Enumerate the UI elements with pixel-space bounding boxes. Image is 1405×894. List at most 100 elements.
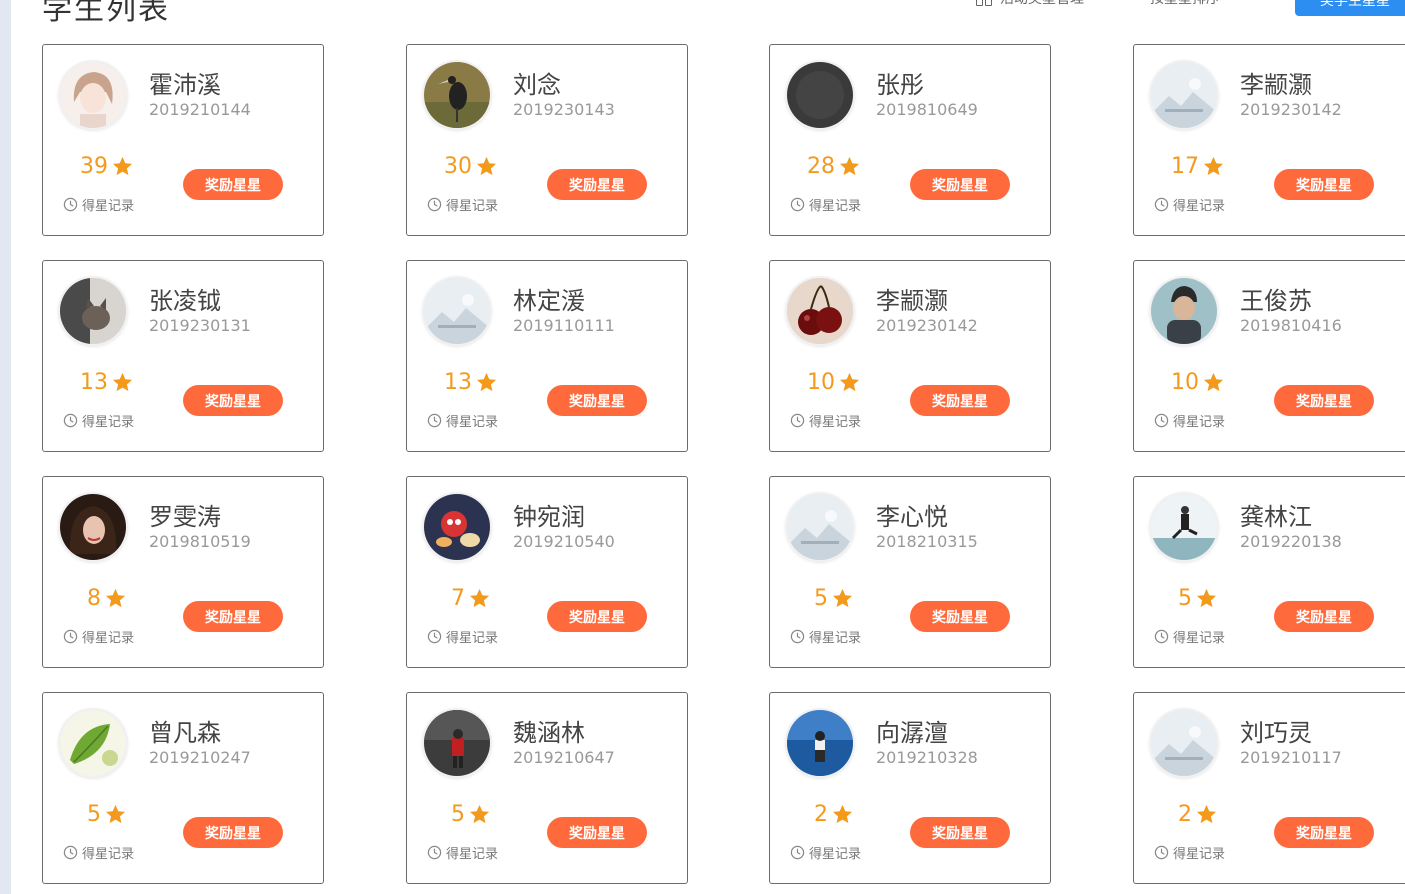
student-name: 王俊苏 (1240, 287, 1312, 315)
star-icon (469, 588, 490, 608)
reward-stars-button[interactable]: 奖励星星 (547, 169, 647, 200)
reward-stars-button[interactable]: 奖励星星 (183, 385, 283, 416)
student-avatar (787, 62, 853, 128)
clock-icon (427, 197, 442, 212)
star-record-link[interactable]: 得星记录 (790, 843, 861, 862)
star-count-display: 5 (770, 586, 898, 611)
student-avatar (1151, 494, 1217, 560)
student-name: 李颛灏 (1240, 71, 1312, 99)
reward-stars-button[interactable]: 奖励星星 (1274, 169, 1374, 200)
student-avatar (787, 494, 853, 560)
reward-stars-button[interactable]: 奖励星星 (1274, 601, 1374, 632)
star-record-link[interactable]: 得星记录 (1154, 627, 1225, 646)
reward-stars-button[interactable]: 奖励星星 (910, 385, 1010, 416)
reward-stars-button[interactable]: 奖励星星 (183, 601, 283, 632)
clock-icon (790, 197, 805, 212)
reward-stars-button[interactable]: 奖励星星 (547, 601, 647, 632)
star-record-label: 得星记录 (809, 847, 862, 862)
star-record-link[interactable]: 得星记录 (63, 843, 134, 862)
page-title: 学生列表 (42, 0, 170, 27)
star-record-link[interactable]: 得星记录 (427, 195, 498, 214)
student-card: 刘巧灵 2019210117 2 奖励星星 得星记录 (1133, 692, 1405, 884)
star-record-link[interactable]: 得星记录 (790, 195, 861, 214)
star-count-display: 2 (1134, 802, 1262, 827)
student-card: 向潺澶 2019210328 2 奖励星星 得星记录 (769, 692, 1051, 884)
star-count-display: 17 (1134, 154, 1262, 179)
student-card: 霍沛溪 2019210144 39 奖励星星 得星记录 (42, 44, 324, 236)
star-record-label: 得星记录 (82, 847, 135, 862)
star-count-display: 13 (407, 370, 535, 395)
activity-star-management-link[interactable]: 活动奖星管理 (976, 0, 1084, 8)
award-student-stars-button[interactable]: 奖学生星星 (1295, 0, 1405, 16)
reward-stars-button[interactable]: 奖励星星 (910, 817, 1010, 848)
star-record-link[interactable]: 得星记录 (1154, 195, 1225, 214)
star-count-display: 5 (1134, 586, 1262, 611)
star-count: 8 (87, 586, 101, 611)
student-name: 曾凡森 (149, 719, 221, 747)
clock-icon (427, 845, 442, 860)
star-count: 7 (451, 586, 465, 611)
star-record-link[interactable]: 得星记录 (63, 195, 134, 214)
clock-icon (1154, 845, 1169, 860)
student-name: 李心悦 (876, 503, 948, 531)
clock-icon (1154, 413, 1169, 428)
student-card: 王俊苏 2019810416 10 奖励星星 得星记录 (1133, 260, 1405, 452)
reward-stars-button[interactable]: 奖励星星 (547, 817, 647, 848)
star-icon (832, 804, 853, 824)
student-card: 魏涵林 2019210647 5 奖励星星 得星记录 (406, 692, 688, 884)
star-count-display: 13 (43, 370, 171, 395)
reward-stars-button[interactable]: 奖励星星 (183, 169, 283, 200)
star-count: 5 (814, 586, 828, 611)
star-count: 2 (1178, 802, 1192, 827)
star-record-link[interactable]: 得星记录 (427, 627, 498, 646)
star-count-display: 39 (43, 154, 171, 179)
student-name: 张彤 (876, 71, 924, 99)
star-record-link[interactable]: 得星记录 (790, 627, 861, 646)
clock-icon (63, 845, 78, 860)
star-record-label: 得星记录 (1173, 631, 1226, 646)
page-header: 学生列表 活动奖星管理 按星星排序 奖学生星星 (0, 0, 1405, 40)
star-record-link[interactable]: 得星记录 (63, 411, 134, 430)
reward-stars-button[interactable]: 奖励星星 (547, 385, 647, 416)
student-card: 张彤 2019810649 28 奖励星星 得星记录 (769, 44, 1051, 236)
star-count-display: 10 (770, 370, 898, 395)
student-name: 魏涵林 (513, 719, 585, 747)
student-id: 2019220138 (1240, 532, 1342, 551)
star-record-label: 得星记录 (446, 631, 499, 646)
star-record-label: 得星记录 (446, 415, 499, 430)
clock-icon (790, 413, 805, 428)
star-record-link[interactable]: 得星记录 (790, 411, 861, 430)
reward-stars-button[interactable]: 奖励星星 (910, 601, 1010, 632)
clock-icon (1154, 629, 1169, 644)
star-record-link[interactable]: 得星记录 (63, 627, 134, 646)
sort-by-stars-link[interactable]: 按星星排序 (1150, 0, 1220, 8)
student-id: 2019210540 (513, 532, 615, 551)
clock-icon (63, 413, 78, 428)
reward-stars-button[interactable]: 奖励星星 (183, 817, 283, 848)
student-id: 2018210315 (876, 532, 978, 551)
star-record-label: 得星记录 (1173, 199, 1226, 214)
star-count-display: 10 (1134, 370, 1262, 395)
student-name: 张凌钺 (149, 287, 221, 315)
star-record-link[interactable]: 得星记录 (1154, 411, 1225, 430)
star-record-link[interactable]: 得星记录 (427, 411, 498, 430)
student-name: 钟宛润 (513, 503, 585, 531)
student-name: 林定湲 (513, 287, 585, 315)
reward-stars-button[interactable]: 奖励星星 (910, 169, 1010, 200)
star-record-label: 得星记录 (82, 415, 135, 430)
star-icon (112, 156, 133, 176)
star-icon (832, 588, 853, 608)
star-record-label: 得星记录 (82, 199, 135, 214)
star-icon (1203, 156, 1224, 176)
student-id: 2019230142 (876, 316, 978, 335)
student-avatar (60, 710, 126, 776)
star-count-display: 5 (43, 802, 171, 827)
star-record-link[interactable]: 得星记录 (427, 843, 498, 862)
student-avatar (60, 62, 126, 128)
activity-link-label: 活动奖星管理 (1000, 0, 1084, 8)
star-record-link[interactable]: 得星记录 (1154, 843, 1225, 862)
reward-stars-button[interactable]: 奖励星星 (1274, 817, 1374, 848)
reward-stars-button[interactable]: 奖励星星 (1274, 385, 1374, 416)
star-record-label: 得星记录 (1173, 847, 1226, 862)
student-card: 张凌钺 2019230131 13 奖励星星 得星记录 (42, 260, 324, 452)
